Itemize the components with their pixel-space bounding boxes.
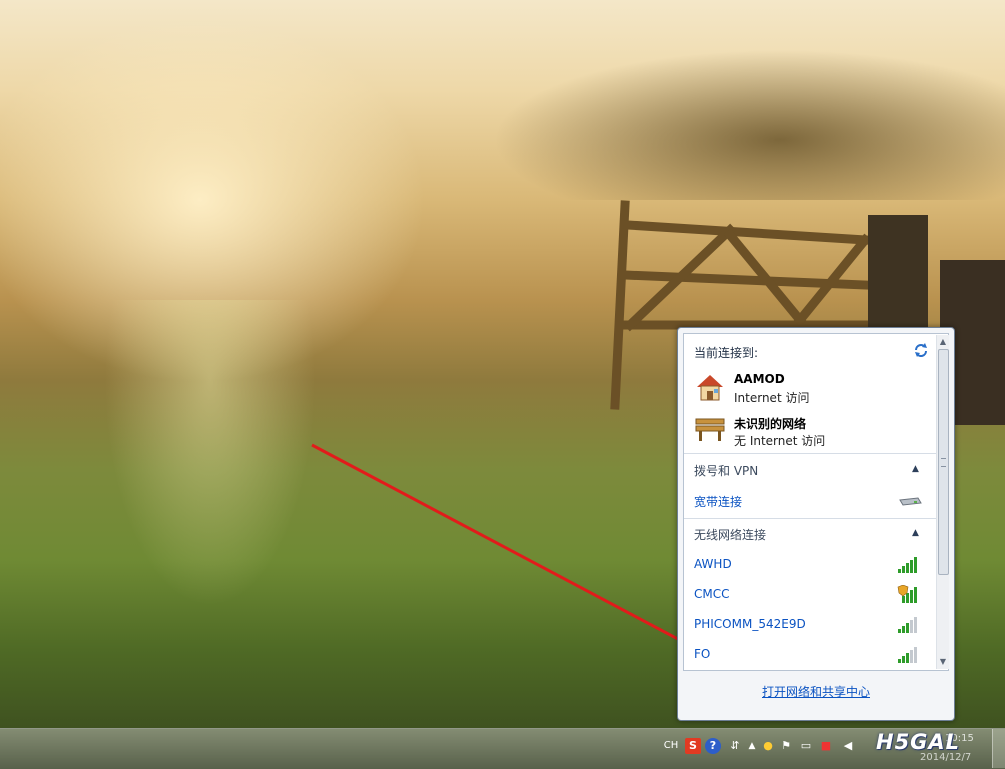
signal-strength-medium-icon: [898, 617, 917, 633]
list-scrollbar[interactable]: ▲ ▼: [936, 335, 949, 669]
network-list-panel: 当前连接到: AAMOD Internet 访问 未识别的网络 无 Intern…: [683, 333, 949, 671]
scroll-down-arrow-icon[interactable]: ▼: [939, 657, 947, 667]
network-tray-icon[interactable]: ▭: [798, 738, 814, 754]
qq-icon[interactable]: ●: [760, 738, 776, 754]
wallpaper-sunlit-path: [60, 300, 360, 728]
sogou-input-icon[interactable]: S: [685, 738, 701, 754]
network-flyout: 当前连接到: AAMOD Internet 访问 未识别的网络 无 Intern…: [677, 327, 955, 721]
broadband-connection-label: 宽带连接: [694, 495, 743, 509]
wallpaper-treeline: [380, 30, 1005, 200]
divider: [684, 453, 936, 454]
help-icon[interactable]: ?: [705, 738, 721, 754]
language-indicator[interactable]: CH: [662, 738, 680, 754]
show-hidden-icons-icon[interactable]: ▲: [744, 738, 760, 754]
wireless-section-label: 无线网络连接: [694, 528, 767, 542]
signal-strength-full-icon: [898, 557, 917, 573]
modem-icon: [899, 497, 922, 506]
divider: [684, 518, 936, 519]
connection-status: 无 Internet 访问: [734, 434, 826, 448]
scrollbar-thumb[interactable]: [938, 349, 949, 575]
wifi-ssid: FO: [694, 647, 711, 661]
signal-strength-secured-icon: [897, 585, 917, 603]
public-network-bench-icon: [695, 418, 725, 441]
wifi-ssid: PHICOMM_542E9D: [694, 617, 806, 631]
home-network-icon: [697, 375, 723, 401]
wifi-ssid: CMCC: [694, 587, 730, 601]
volume-icon[interactable]: ◀: [840, 738, 856, 754]
security-shield-icon[interactable]: ■: [818, 738, 834, 754]
input-options-icon[interactable]: ⇵: [727, 738, 743, 754]
action-center-flag-icon[interactable]: ⚑: [778, 738, 794, 754]
scroll-up-arrow-icon[interactable]: ▲: [939, 337, 947, 347]
open-network-sharing-center-link[interactable]: 打开网络和共享中心: [678, 683, 954, 700]
collapse-dialup-chevron-icon[interactable]: ▲: [912, 464, 919, 474]
dialup-vpn-section-label: 拨号和 VPN: [694, 464, 759, 478]
refresh-network-icon[interactable]: [913, 342, 929, 358]
scrollbar-grip: [941, 458, 946, 467]
collapse-wireless-chevron-icon[interactable]: ▲: [912, 528, 919, 538]
connection-status: Internet 访问: [734, 391, 810, 405]
currently-connected-header: 当前连接到:: [694, 346, 759, 360]
connection-name: 未识别的网络: [734, 417, 807, 431]
signal-strength-medium-icon: [898, 647, 917, 663]
watermark-logo: H5GAL: [876, 730, 961, 754]
show-desktop-button[interactable]: [992, 729, 1005, 768]
connection-name: AAMOD: [734, 372, 785, 386]
wifi-ssid: AWHD: [694, 557, 732, 571]
